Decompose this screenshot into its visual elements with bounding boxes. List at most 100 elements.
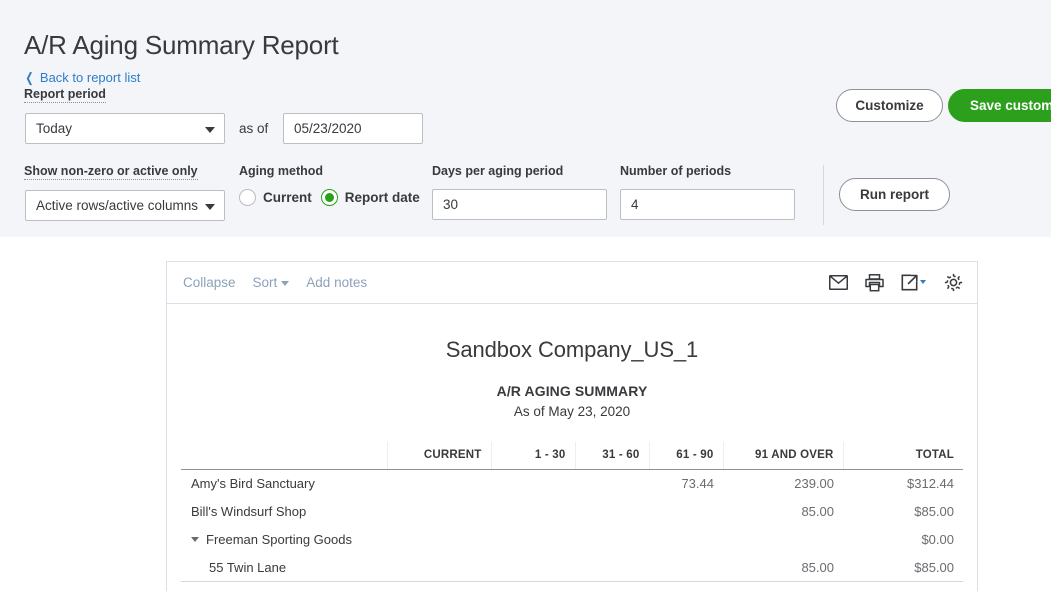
report-card: Collapse Sort Add notes Sandbox Company_…: [166, 261, 978, 591]
collapse-label: Collapse: [183, 275, 236, 290]
show-nonzero-dropdown[interactable]: Active rows/active columns: [25, 190, 225, 221]
company-name: Sandbox Company_US_1: [445, 337, 699, 362]
aging-method-report-date-label: Report date: [344, 190, 420, 205]
cell-1-30: [491, 553, 575, 582]
add-notes-label: Add notes: [306, 275, 368, 290]
sort-label: Sort: [252, 275, 278, 290]
settings-gear-icon[interactable]: [944, 273, 963, 292]
as-of-date-input[interactable]: 05/23/2020: [283, 113, 423, 144]
report-body: Sandbox Company_US_1 A/R AGING SUMMARY A…: [167, 304, 977, 582]
save-customization-button-label: Save custom: [970, 98, 1051, 113]
row-name[interactable]: 55 Twin Lane: [181, 553, 387, 582]
column-header-91-and-over: 91 AND OVER: [722, 442, 843, 470]
save-customization-button[interactable]: Save custom: [948, 89, 1051, 122]
show-nonzero-value: Active rows/active columns: [36, 198, 199, 213]
toolbar-divider: [823, 165, 824, 225]
collapse-button[interactable]: Collapse: [183, 275, 236, 290]
days-per-aging-period-value: 30: [443, 197, 459, 212]
chevron-down-icon: [205, 126, 215, 133]
report-period-value: Today: [36, 121, 73, 136]
back-link-label: Back to report list: [39, 70, 141, 85]
cell-total[interactable]: $0.00: [843, 526, 963, 554]
table-row[interactable]: Bill's Windsurf Shop 85.00 $85.00: [181, 498, 963, 526]
table-row-group[interactable]: Freeman Sporting Goods $0.00: [181, 526, 963, 554]
customize-button[interactable]: Customize: [836, 89, 943, 122]
cell-91-and-over[interactable]: 239.00: [723, 470, 843, 498]
cell-total[interactable]: $312.44: [843, 470, 963, 498]
days-per-aging-period-label: Days per aging period: [432, 164, 564, 178]
add-notes-button[interactable]: Add notes: [306, 275, 367, 290]
column-header-1-30: 1 - 30: [490, 442, 575, 470]
customer-name: 55 Twin Lane: [209, 560, 287, 575]
aging-method-current-label: Current: [263, 190, 312, 205]
column-header-current: CURRENT: [386, 442, 491, 470]
column-header-31-60: 31 - 60: [574, 442, 649, 470]
cell-1-30: [491, 470, 575, 498]
aging-method-radio-group: Current Report date: [239, 189, 420, 206]
export-icon[interactable]: [901, 274, 927, 291]
customer-name: Freeman Sporting Goods: [206, 532, 352, 547]
cell-61-90: [649, 498, 723, 526]
cell-current: [387, 498, 491, 526]
collapse-triangle-icon[interactable]: [191, 537, 199, 543]
report-subtitle: As of May 23, 2020: [513, 404, 631, 419]
table-header-row: CURRENT 1 - 30 31 - 60 61 - 90 91 AND OV…: [181, 442, 963, 470]
report-title: A/R AGING SUMMARY: [496, 383, 648, 399]
customer-name: Bill's Windsurf Shop: [191, 504, 307, 519]
run-report-button[interactable]: Run report: [839, 178, 950, 211]
aging-method-option-current[interactable]: Current: [239, 189, 312, 206]
row-name[interactable]: Bill's Windsurf Shop: [181, 498, 387, 526]
number-of-periods-label: Number of periods: [620, 164, 732, 178]
column-header-61-90: 61 - 90: [648, 442, 723, 470]
table-row[interactable]: 55 Twin Lane 85.00 $85.00: [181, 553, 963, 582]
aging-summary-table: CURRENT 1 - 30 31 - 60 61 - 90 91 AND OV…: [181, 442, 963, 582]
sort-dropdown[interactable]: Sort: [253, 275, 290, 290]
cell-1-30: [491, 526, 575, 554]
report-period-dropdown[interactable]: Today: [25, 113, 225, 144]
run-report-button-label: Run report: [860, 187, 929, 202]
number-of-periods-value: 4: [631, 197, 639, 212]
as-of-label: as of: [239, 121, 269, 136]
aging-method-option-report-date[interactable]: Report date: [320, 189, 420, 206]
cell-current: [387, 526, 491, 554]
table-body: Amy's Bird Sanctuary 73.44 239.00 $312.4…: [181, 470, 963, 582]
chevron-left-icon: ❮: [25, 70, 34, 85]
cell-31-60: [575, 526, 649, 554]
row-name[interactable]: Freeman Sporting Goods: [181, 526, 387, 554]
show-nonzero-label: Show non-zero or active only: [24, 164, 198, 180]
cell-91-and-over[interactable]: 85.00: [723, 553, 843, 582]
cell-total[interactable]: $85.00: [843, 498, 963, 526]
radio-selected-icon: [320, 189, 338, 206]
cell-current: [387, 553, 491, 582]
cell-91-and-over[interactable]: 85.00: [723, 498, 843, 526]
row-name[interactable]: Amy's Bird Sanctuary: [181, 470, 387, 498]
aging-method-label: Aging method: [239, 164, 324, 178]
table-row[interactable]: Amy's Bird Sanctuary 73.44 239.00 $312.4…: [181, 470, 963, 498]
cell-61-90: [649, 526, 723, 554]
customer-name: Amy's Bird Sanctuary: [191, 476, 315, 491]
days-per-aging-period-input[interactable]: 30: [432, 189, 607, 220]
cell-total[interactable]: $85.00: [843, 553, 963, 582]
report-toolbar: Collapse Sort Add notes: [167, 262, 977, 304]
cell-61-90[interactable]: 73.44: [649, 470, 723, 498]
page-title: A/R Aging Summary Report: [24, 30, 339, 60]
cell-31-60: [575, 553, 649, 582]
cell-current: [387, 470, 491, 498]
print-icon[interactable]: [865, 273, 884, 292]
radio-unselected-icon: [239, 189, 256, 206]
column-header-name: [181, 442, 387, 470]
cell-31-60: [575, 498, 649, 526]
report-toolbar-icons: [829, 273, 963, 292]
chevron-down-icon: [205, 203, 215, 210]
report-period-label: Report period: [24, 87, 106, 103]
cell-1-30: [491, 498, 575, 526]
cell-61-90: [649, 553, 723, 582]
customize-button-label: Customize: [855, 98, 924, 113]
email-icon[interactable]: [829, 275, 848, 290]
column-header-total: TOTAL: [842, 442, 963, 470]
back-to-report-list-link[interactable]: ❮ Back to report list: [24, 70, 140, 85]
cell-91-and-over: [723, 526, 843, 554]
number-of-periods-input[interactable]: 4: [620, 189, 795, 220]
report-toolbar-links: Collapse Sort Add notes: [183, 275, 367, 290]
chevron-down-icon: [281, 281, 290, 286]
